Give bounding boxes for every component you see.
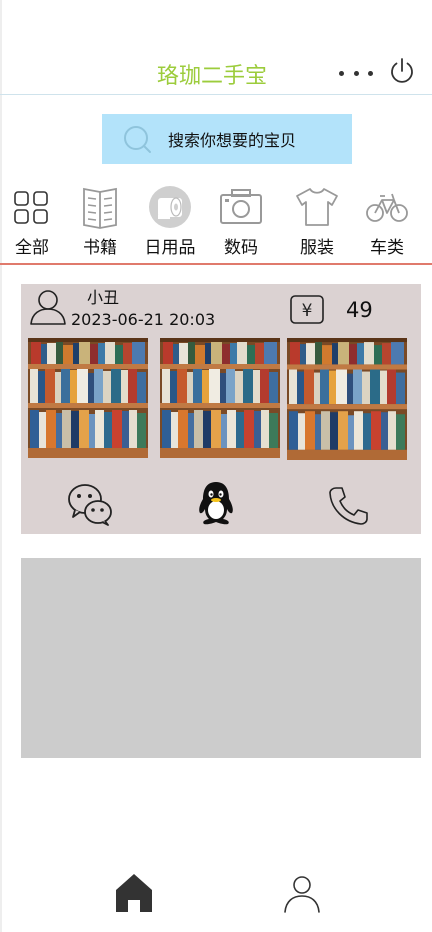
bicycle-icon (366, 193, 408, 222)
seller-name: 小丑 (87, 288, 120, 307)
search-icon (124, 126, 151, 153)
home-icon[interactable] (114, 872, 154, 914)
listing-photo-bookshelf[interactable] (287, 338, 407, 460)
app-header: 珞珈二手宝 (0, 0, 432, 95)
more-dots-icon (353, 70, 359, 76)
book-icon (83, 187, 117, 229)
wechat-icon[interactable] (67, 482, 113, 526)
category-clothing[interactable]: 服装 (282, 185, 352, 258)
category-label: 数码 (224, 238, 258, 258)
listing-card[interactable]: 小丑 2023-06-21 20:03 ¥ 49 (21, 284, 421, 534)
category-books[interactable]: 书籍 (65, 185, 135, 258)
user-icon[interactable] (282, 874, 322, 914)
more-dots-icon (339, 70, 344, 76)
tshirt-icon (296, 188, 338, 226)
listing-photo-bookshelf[interactable] (160, 338, 280, 458)
search-bar[interactable]: 搜索你想要的宝贝 (102, 114, 352, 164)
category-label: 车类 (370, 238, 404, 258)
yuan-icon: ¥ (290, 295, 324, 324)
category-label: 全部 (15, 238, 49, 258)
window-edge (0, 0, 2, 932)
more-dots-icon (368, 70, 373, 76)
category-label: 服装 (300, 238, 334, 258)
category-all[interactable]: 全部 (0, 185, 67, 258)
tissue-roll-icon (149, 186, 191, 228)
listing-photo-bookshelf[interactable] (28, 338, 148, 458)
listing-card-placeholder[interactable] (21, 558, 421, 758)
category-digital[interactable]: 数码 (206, 185, 276, 258)
phone-icon[interactable] (327, 484, 369, 526)
category-label: 书籍 (83, 238, 117, 258)
post-time: 2023-06-21 20:03 (71, 310, 216, 329)
user-avatar-icon (30, 290, 66, 325)
grid-icon (14, 191, 48, 224)
category-vehicles[interactable]: 车类 (352, 185, 422, 258)
search-placeholder: 搜索你想要的宝贝 (168, 131, 297, 150)
price-symbol: ¥ (302, 301, 313, 321)
more-options-button[interactable] (339, 64, 373, 82)
power-icon[interactable] (388, 57, 416, 85)
price-value: 49 (346, 298, 373, 322)
category-divider (0, 263, 432, 265)
category-label: 日用品 (144, 238, 196, 258)
qq-icon[interactable] (195, 480, 237, 526)
category-daily[interactable]: 日用品 (135, 185, 205, 258)
camera-icon (220, 189, 262, 224)
